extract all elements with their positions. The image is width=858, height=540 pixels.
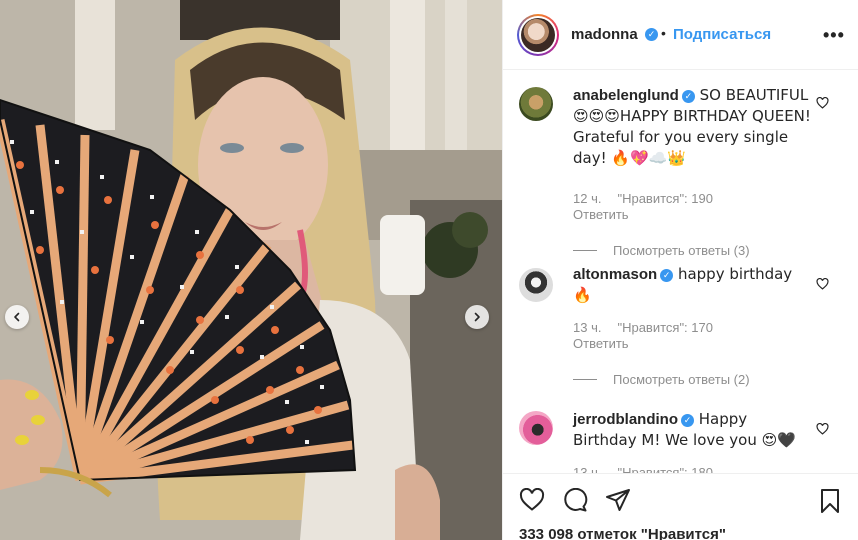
- comment-likes[interactable]: "Нравится": 170: [617, 320, 713, 335]
- replies-divider-line: [573, 250, 597, 251]
- next-photo-button[interactable]: [465, 305, 489, 329]
- comment-like-heart-icon[interactable]: [816, 423, 829, 435]
- comment-time: 13 ч.: [573, 320, 602, 335]
- post-actions-bar: 333 098 отметок "Нравится": [503, 473, 858, 540]
- comment-likes[interactable]: "Нравится": 180: [617, 465, 713, 473]
- verified-badge-icon: ✓: [681, 89, 695, 103]
- author-username[interactable]: madonna: [571, 26, 638, 43]
- view-replies-button[interactable]: Посмотреть ответы (2): [573, 372, 750, 387]
- comment-text: jerrodblandino ✓ Happy Birthday M! We lov…: [573, 409, 813, 451]
- comment-meta: 12 ч. "Нравится": 190: [573, 191, 729, 206]
- likes-count[interactable]: 333 098 отметок "Нравится": [519, 526, 726, 540]
- comment-icon[interactable]: [562, 488, 588, 512]
- view-replies-label: Посмотреть ответы (3): [613, 243, 750, 258]
- verified-badge-icon: ✓: [660, 268, 674, 282]
- comment-meta: 13 ч. "Нравится": 180: [573, 465, 729, 473]
- comment-meta: 13 ч. "Нравится": 170: [573, 320, 729, 335]
- heart-icon[interactable]: [519, 488, 545, 512]
- post-photo-illustration: [0, 0, 502, 540]
- chevron-right-icon: [474, 312, 480, 322]
- verified-badge-icon: ✓: [681, 413, 694, 427]
- comment-time: 13 ч.: [573, 465, 602, 473]
- bookmark-icon[interactable]: [819, 488, 841, 514]
- paper-plane-icon[interactable]: [605, 488, 631, 512]
- previous-photo-button[interactable]: [5, 305, 29, 329]
- commenter-username[interactable]: jerrodblandino: [573, 411, 678, 428]
- header-separator: •: [661, 25, 666, 41]
- avatar-image: [521, 18, 555, 52]
- avatar-inner: [519, 16, 557, 54]
- chevron-left-icon: [14, 312, 20, 322]
- comment-likes[interactable]: "Нравится": 190: [617, 191, 713, 206]
- more-options-icon[interactable]: •••: [823, 26, 845, 44]
- view-replies-button[interactable]: Посмотреть ответы (3): [573, 243, 750, 258]
- comment-time: 12 ч.: [573, 191, 602, 206]
- comment-text: altonmason ✓ happy birthday 🔥: [573, 264, 813, 306]
- comment-like-heart-icon[interactable]: [816, 97, 829, 109]
- replies-divider-line: [573, 379, 597, 380]
- post-sidebar: madonna ✓ • Подписаться ••• anabelenglun…: [502, 0, 858, 540]
- follow-button[interactable]: Подписаться: [673, 26, 771, 43]
- comments-list[interactable]: anabelenglund ✓ SO BEAUTIFUL 😍😍😍HAPPY BIR…: [503, 71, 858, 473]
- commenter-avatar[interactable]: [519, 411, 553, 445]
- verified-badge-icon: ✓: [645, 28, 658, 41]
- commenter-username[interactable]: anabelenglund: [573, 87, 679, 104]
- comment-text: anabelenglund ✓ SO BEAUTIFUL 😍😍😍HAPPY BIR…: [573, 85, 813, 169]
- reply-button[interactable]: Ответить: [573, 336, 629, 351]
- reply-button[interactable]: Ответить: [573, 207, 629, 222]
- post-header: madonna ✓ • Подписаться •••: [503, 0, 858, 70]
- view-replies-label: Посмотреть ответы (2): [613, 372, 750, 387]
- commenter-avatar[interactable]: [519, 268, 553, 302]
- commenter-username[interactable]: altonmason: [573, 266, 657, 283]
- commenter-avatar[interactable]: [519, 87, 553, 121]
- author-avatar[interactable]: [517, 14, 559, 56]
- post-photo[interactable]: [0, 0, 502, 540]
- comment-like-heart-icon[interactable]: [816, 278, 829, 290]
